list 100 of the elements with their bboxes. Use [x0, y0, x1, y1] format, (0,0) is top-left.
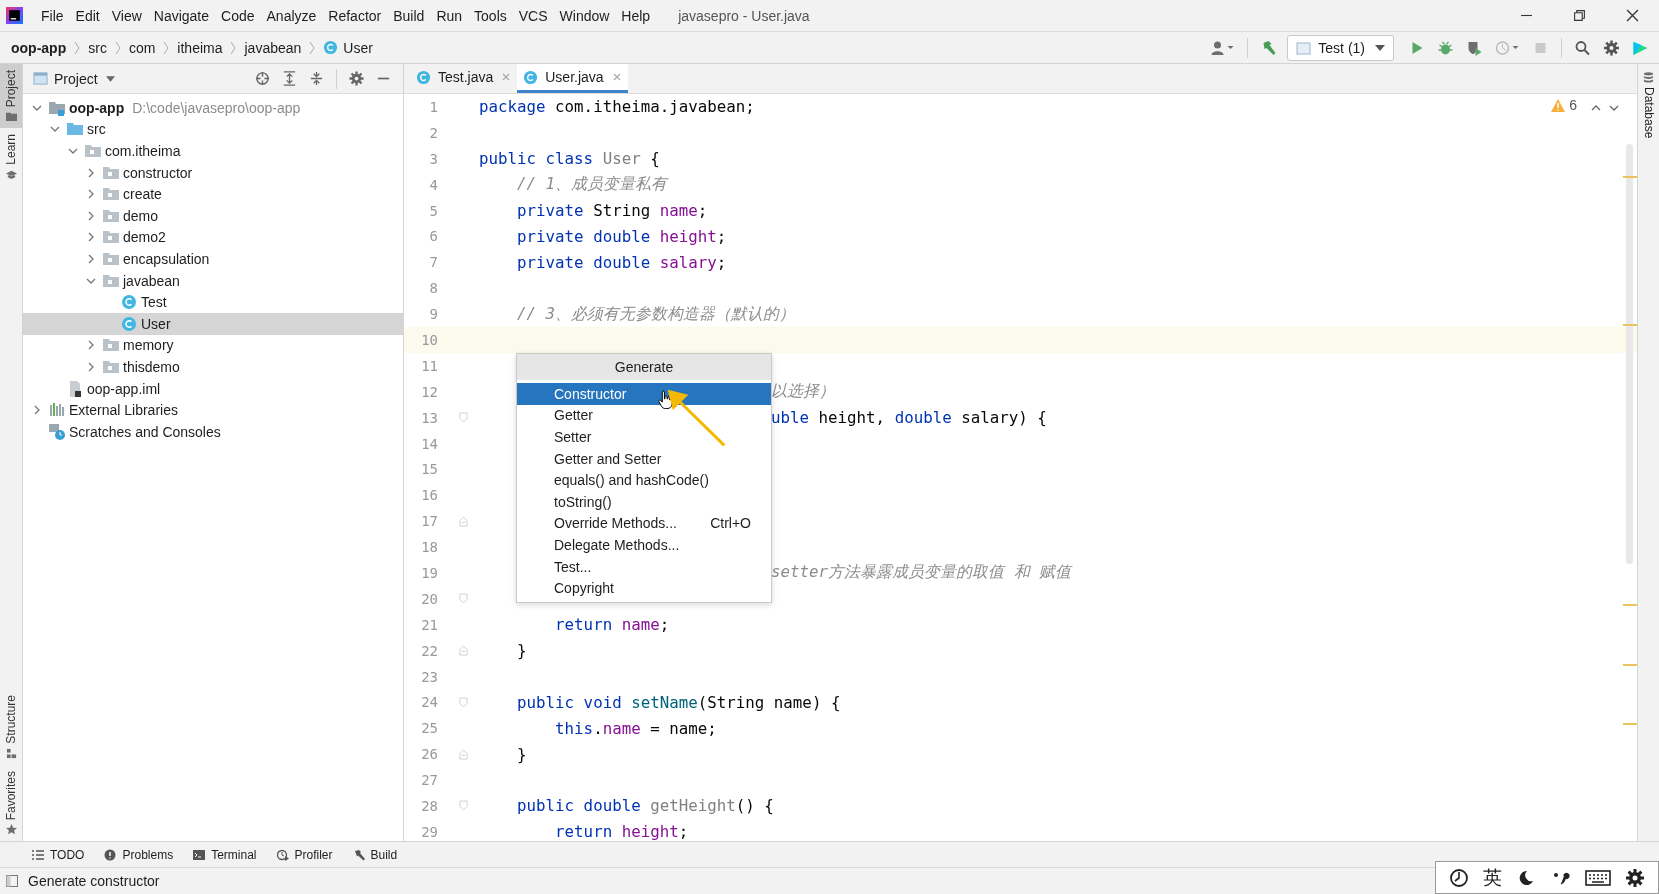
fold-marker-icon[interactable]	[459, 748, 468, 760]
menu-item[interactable]: Edit	[69, 7, 106, 24]
menu-item[interactable]: Analyze	[260, 7, 323, 24]
tree-item[interactable]: oop-app D:\code\javasepro\oop-app	[23, 97, 403, 119]
tool-window-tab[interactable]: Build	[352, 847, 398, 862]
line-number: 25	[420, 720, 438, 737]
line-number: 12	[420, 383, 438, 400]
tool-window-tab[interactable]: Project	[0, 64, 22, 129]
breadcrumb-item[interactable]: src	[88, 39, 107, 56]
menu-item[interactable]: Run	[430, 7, 469, 24]
chevron-up-icon[interactable]	[1591, 104, 1601, 112]
menu-item[interactable]: File	[35, 7, 70, 24]
line-number: 4	[428, 176, 438, 193]
tool-window-tab[interactable]: Profiler	[276, 847, 333, 862]
tool-window-tab[interactable]: Problems	[104, 847, 174, 862]
tree-item[interactable]: create	[23, 183, 403, 205]
menu-item[interactable]: Build	[387, 7, 431, 24]
tree-item[interactable]: com.itheima	[23, 140, 403, 162]
line-number: 22	[420, 642, 438, 659]
breadcrumb-item[interactable]: oop-app	[11, 39, 67, 56]
menu-item[interactable]: Window	[553, 7, 616, 24]
tree-item[interactable]: encapsulation	[23, 248, 403, 270]
breadcrumb-item[interactable]: javabean	[244, 39, 302, 56]
input-mode-toggle[interactable]: 英	[1483, 864, 1503, 891]
fold-marker-icon[interactable]	[459, 515, 468, 527]
settings-icon[interactable]	[1624, 867, 1645, 888]
chevron-icon	[163, 40, 170, 55]
menu-item[interactable]: Tools	[468, 7, 513, 24]
restore-icon[interactable]	[1573, 9, 1586, 22]
tool-window-tab[interactable]: Structure	[0, 688, 22, 765]
menu-item[interactable]: Constructor	[517, 383, 771, 405]
run-configuration-dropdown[interactable]: Test (1)	[1287, 34, 1394, 61]
menu-item[interactable]: toString()	[517, 490, 771, 513]
line-number: 20	[420, 590, 438, 607]
user-icon[interactable]	[1210, 39, 1236, 56]
menu-item[interactable]: equals() and hashCode()	[517, 469, 771, 491]
breadcrumb-item[interactable]: com	[128, 39, 156, 56]
menu-item[interactable]: Delegate Methods...	[517, 534, 771, 556]
warning-icon	[1551, 98, 1566, 112]
expand-all-icon[interactable]	[282, 71, 297, 86]
tree-item[interactable]: constructor	[23, 161, 403, 184]
menu-item[interactable]: Getter and Setter	[517, 447, 771, 470]
settings-icon[interactable]	[1603, 39, 1620, 56]
bug-icon[interactable]	[1437, 39, 1454, 56]
collapse-all-icon[interactable]	[309, 71, 324, 86]
tree-item[interactable]: User	[23, 312, 403, 335]
editor-tab[interactable]: Test.java	[410, 64, 518, 93]
breadcrumb-item[interactable]: User	[343, 39, 373, 56]
menu-item[interactable]: Setter	[517, 426, 771, 448]
tool-window-tab[interactable]: Terminal	[193, 847, 257, 862]
line-number: 24	[420, 694, 438, 711]
status-toggle-icon[interactable]	[6, 875, 18, 887]
menu-item[interactable]: Override Methods... Ctrl+O	[517, 512, 771, 535]
fold-marker-icon[interactable]	[459, 645, 468, 657]
fold-marker-icon[interactable]	[459, 412, 468, 424]
module-icon	[49, 99, 65, 116]
menu-item[interactable]: VCS	[512, 7, 554, 24]
editor-tab[interactable]: User.java	[517, 64, 628, 93]
menu-item[interactable]: Copyright	[517, 577, 771, 599]
menu-item[interactable]: Refactor	[322, 7, 388, 24]
line-number: 28	[420, 798, 438, 814]
menu-item[interactable]: Help	[615, 7, 657, 24]
chevron-down-icon[interactable]	[1609, 104, 1619, 112]
tree-item[interactable]: External Libraries	[23, 399, 403, 421]
menu-item[interactable]: Test...	[517, 555, 771, 578]
tool-window-tab[interactable]: Favorites	[0, 764, 22, 841]
tree-item[interactable]: Scratches and Consoles	[23, 420, 403, 443]
tool-window-tab[interactable]: TODO	[32, 847, 85, 862]
fold-marker-icon[interactable]	[459, 696, 468, 708]
line-number: 7	[428, 254, 438, 271]
tree-item[interactable]: src	[23, 118, 403, 141]
clock-icon[interactable]	[1449, 867, 1470, 888]
coverage-icon[interactable]	[1466, 39, 1483, 56]
caret-icon[interactable]	[105, 75, 115, 82]
scratch-icon	[49, 423, 65, 440]
tree-item[interactable]: thisdemo	[23, 356, 403, 378]
menu-item[interactable]: Getter	[517, 404, 771, 427]
tool-window-tab[interactable]: Learn	[0, 128, 22, 187]
breadcrumb-item[interactable]: itheima	[177, 39, 223, 56]
fold-marker-icon[interactable]	[459, 593, 468, 605]
tool-window-tab[interactable]: Database	[1638, 64, 1659, 147]
tree-item[interactable]: oop-app.iml	[23, 377, 403, 400]
tree-item[interactable]: demo2	[23, 226, 403, 249]
keyboard-icon[interactable]	[1584, 868, 1611, 887]
line-number: 17	[420, 513, 438, 530]
tree-item[interactable]: javabean	[23, 269, 403, 292]
scrollbar-thumb[interactable]	[1626, 144, 1633, 564]
panel-title[interactable]: Project	[54, 70, 98, 87]
warning-count[interactable]: 6	[1551, 97, 1577, 113]
tree-item[interactable]: demo	[23, 204, 403, 227]
line-number: 5	[428, 202, 438, 219]
menu-item[interactable]: Navigate	[147, 7, 216, 24]
menu-item[interactable]: View	[105, 7, 148, 24]
tree-item[interactable]: memory	[23, 334, 403, 357]
menu-item[interactable]: Code	[215, 7, 261, 24]
locate-icon[interactable]	[255, 71, 270, 86]
search-icon[interactable]	[1574, 39, 1591, 56]
close-icon[interactable]	[1626, 9, 1639, 22]
fold-marker-icon[interactable]	[459, 800, 468, 812]
tree-item[interactable]: Test	[23, 291, 403, 313]
